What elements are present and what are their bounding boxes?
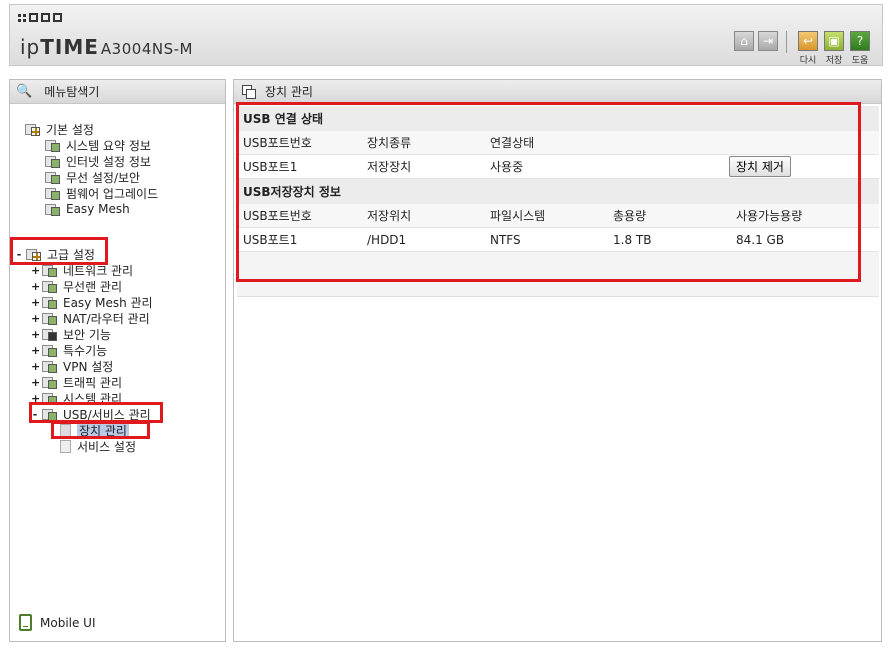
help-icon: ? <box>850 31 870 51</box>
table-header-row: USB포트번호 저장위치 파일시스템 총용량 사용가능용량 <box>237 204 879 228</box>
page-icon <box>60 423 71 437</box>
expand-toggle[interactable]: + <box>31 360 40 373</box>
tree-basic-settings[interactable]: 기본 설정 <box>25 121 94 137</box>
expand-toggle[interactable]: + <box>31 312 40 325</box>
table-header-row: USB포트번호 장치종류 연결상태 <box>237 131 879 155</box>
mesh-icon <box>45 203 60 216</box>
special-icon <box>42 344 57 357</box>
mesh-icon <box>42 296 57 309</box>
expand-toggle[interactable]: + <box>31 280 40 293</box>
network-icon <box>42 264 57 277</box>
expand-toggle[interactable]: + <box>31 328 40 341</box>
page-title: 장치 관리 <box>265 85 313 99</box>
logo-mark <box>18 13 62 22</box>
mobile-icon <box>19 614 32 631</box>
menu-explorer-title: 메뉴탐색기 <box>44 85 100 99</box>
tree-item-security[interactable]: + 보안 기능 <box>31 326 111 342</box>
undo-icon: ↩ <box>798 31 818 51</box>
tree-item-internet-info[interactable]: 인터넷 설정 정보 <box>45 153 151 169</box>
wifi-icon <box>45 171 60 184</box>
tree-item-firmware-upgrade[interactable]: 펌웨어 업그레이드 <box>45 185 158 201</box>
wifi-icon <box>42 280 57 293</box>
tree-item-device-management[interactable]: 장치 관리 <box>60 421 129 439</box>
tree-item-wireless-lan[interactable]: + 무선랜 관리 <box>31 278 122 294</box>
remove-device-button[interactable]: 장치 제거 <box>729 156 791 177</box>
header-divider <box>786 31 787 53</box>
header-bar: ipTIME A3004NS-M ⌂ ⇥ ↩ 다시 ▣ 저장 ? 도움 <box>9 4 883 66</box>
usb-icon <box>42 408 57 421</box>
table-footer-space <box>237 252 879 297</box>
table-row: USB포트1 저장장치 사용중 장치 제거 <box>237 155 879 179</box>
chart-icon <box>45 139 60 152</box>
content-panel: 장치 관리 USB 연결 상태 USB포트번호 장치종류 연결상태 USB포트1… <box>233 79 882 642</box>
save-button[interactable]: ▣ 저장 <box>824 31 844 66</box>
tree-item-nat-router[interactable]: + NAT/라우터 관리 <box>31 310 150 326</box>
system-icon <box>42 392 57 405</box>
traffic-icon <box>42 376 57 389</box>
brand-logo: ipTIME A3004NS-M <box>20 35 193 59</box>
menu-explorer-panel: 🔍 메뉴탐색기 기본 설정 시스템 요약 정보 인터넷 설정 정보 무선 설정/… <box>9 79 226 642</box>
tree-item-easy-mesh[interactable]: Easy Mesh <box>45 201 130 217</box>
tree-item-wireless-security[interactable]: 무선 설정/보안 <box>45 169 140 185</box>
page-icon <box>60 439 71 453</box>
expand-toggle[interactable]: + <box>31 264 40 277</box>
undo-button[interactable]: ↩ 다시 <box>798 31 818 66</box>
lock-icon <box>42 328 57 341</box>
logout-icon[interactable]: ⇥ <box>758 31 778 51</box>
tree-advanced-settings[interactable]: - 고급 설정 <box>15 246 95 262</box>
expand-toggle[interactable]: + <box>31 344 40 357</box>
tree-item-traffic[interactable]: + 트래픽 관리 <box>31 374 122 390</box>
save-icon: ▣ <box>824 31 844 51</box>
tree-item-network[interactable]: + 네트워크 관리 <box>31 262 133 278</box>
upgrade-icon <box>45 187 60 200</box>
expand-toggle[interactable]: + <box>31 296 40 309</box>
tree-item-usb-service[interactable]: - USB/서비스 관리 <box>31 406 151 422</box>
collapse-toggle[interactable]: - <box>15 248 23 261</box>
help-button[interactable]: ? 도움 <box>850 31 870 66</box>
internet-icon <box>45 155 60 168</box>
tree-item-vpn[interactable]: + VPN 설정 <box>31 358 113 374</box>
storage-info-heading: USB저장장치 정보 <box>237 179 879 204</box>
tree-item-system[interactable]: + 시스템 관리 <box>31 390 122 406</box>
mobile-ui-link[interactable]: Mobile UI <box>19 614 96 631</box>
folder-icon <box>26 248 41 261</box>
tree-item-easy-mesh-mgmt[interactable]: + Easy Mesh 관리 <box>31 294 153 310</box>
usb-status-heading: USB 연결 상태 <box>237 106 879 131</box>
folder-icon <box>25 123 40 136</box>
expand-toggle[interactable]: + <box>31 376 40 389</box>
collapse-toggle[interactable]: - <box>31 408 39 421</box>
model-name: A3004NS-M <box>100 40 193 58</box>
search-icon: 🔍 <box>16 84 33 99</box>
vpn-icon <box>42 360 57 373</box>
page-copy-icon <box>242 85 256 99</box>
tree-item-system-summary[interactable]: 시스템 요약 정보 <box>45 137 151 153</box>
home-icon[interactable]: ⌂ <box>734 31 754 51</box>
expand-toggle[interactable]: + <box>31 392 40 405</box>
router-icon <box>42 312 57 325</box>
tree-item-service-settings[interactable]: 서비스 설정 <box>60 438 136 454</box>
table-row: USB포트1 /HDD1 NTFS 1.8 TB 84.1 GB <box>237 228 879 252</box>
tree-item-special[interactable]: + 특수기능 <box>31 342 107 358</box>
